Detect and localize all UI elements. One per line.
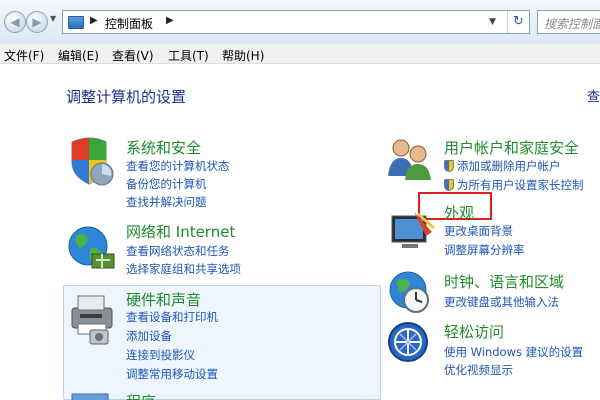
control-panel-content: 调整计算机的设置 查 系统和安全 查看您的计算机状态 备份您的计算机 查找并解决… bbox=[0, 64, 600, 400]
category-system-security[interactable]: 系统和安全 bbox=[126, 137, 201, 158]
breadcrumb-control-panel[interactable]: 控制面板 bbox=[105, 15, 153, 32]
category-network-internet[interactable]: 网络和 Internet bbox=[126, 221, 235, 242]
link-homegroup-sharing[interactable]: 选择家庭组和共享选项 bbox=[126, 261, 241, 277]
menu-view[interactable]: 查看(V) bbox=[112, 47, 154, 64]
link-label: 为所有用户设置家长控制 bbox=[457, 178, 584, 192]
link-add-remove-users[interactable]: 添加或删除用户帐户 bbox=[444, 158, 561, 174]
menu-edit[interactable]: 编辑(E) bbox=[58, 47, 99, 64]
link-view-network-status[interactable]: 查看网络状态和任务 bbox=[126, 243, 230, 259]
category-clock-language-region[interactable]: 时钟、语言和区域 bbox=[444, 271, 564, 292]
forward-arrow-icon: ▶ bbox=[32, 15, 42, 29]
address-dropdown-icon[interactable]: ▼ bbox=[489, 17, 496, 27]
uac-shield-icon bbox=[444, 160, 454, 172]
control-panel-icon bbox=[68, 16, 84, 29]
back-button[interactable]: ◀ bbox=[4, 11, 26, 33]
printer-icon[interactable] bbox=[68, 290, 120, 346]
link-connect-projector[interactable]: 连接到投影仪 bbox=[126, 347, 195, 363]
clock-globe-icon[interactable] bbox=[386, 270, 436, 316]
user-accounts-icon[interactable] bbox=[386, 136, 434, 182]
link-devices-printers[interactable]: 查看设备和打印机 bbox=[126, 309, 218, 325]
ease-of-access-icon[interactable] bbox=[386, 320, 434, 368]
category-user-accounts[interactable]: 用户帐户和家庭安全 bbox=[444, 137, 579, 158]
programs-icon[interactable] bbox=[70, 392, 114, 400]
menu-help[interactable]: 帮助(H) bbox=[222, 47, 264, 64]
forward-button[interactable]: ▶ bbox=[26, 11, 48, 33]
page-title: 调整计算机的设置 bbox=[66, 88, 187, 106]
network-globe-icon[interactable] bbox=[66, 224, 118, 274]
breadcrumb-separator-icon[interactable]: ▶ bbox=[166, 15, 174, 26]
link-view-computer-status[interactable]: 查看您的计算机状态 bbox=[126, 158, 230, 174]
link-backup-computer[interactable]: 备份您的计算机 bbox=[126, 176, 207, 192]
view-by-label[interactable]: 查 bbox=[587, 86, 600, 105]
link-parental-controls[interactable]: 为所有用户设置家长控制 bbox=[444, 177, 584, 193]
search-input[interactable]: 搜索控制面板 bbox=[537, 10, 600, 34]
refresh-button[interactable]: ↻ bbox=[507, 11, 529, 33]
link-change-desktop-background[interactable]: 更改桌面背景 bbox=[444, 223, 513, 239]
link-mobility-settings[interactable]: 调整常用移动设置 bbox=[126, 366, 218, 382]
menu-file[interactable]: 文件(F) bbox=[4, 47, 44, 64]
back-arrow-icon: ◀ bbox=[10, 15, 20, 29]
link-change-keyboards[interactable]: 更改键盘或其他输入法 bbox=[444, 294, 559, 310]
category-ease-of-access[interactable]: 轻松访问 bbox=[444, 321, 504, 342]
category-hardware-sound[interactable]: 硬件和声音 bbox=[126, 289, 201, 310]
link-adjust-resolution[interactable]: 调整屏幕分辨率 bbox=[444, 242, 525, 258]
refresh-icon: ↻ bbox=[513, 14, 524, 29]
link-troubleshoot[interactable]: 查找并解决问题 bbox=[126, 194, 207, 210]
menu-bar: 文件(F) 编辑(E) 查看(V) 工具(T) 帮助(H) bbox=[0, 44, 600, 64]
uac-shield-icon bbox=[444, 179, 454, 191]
appearance-monitor-icon[interactable] bbox=[386, 210, 436, 256]
link-add-device[interactable]: 添加设备 bbox=[126, 328, 172, 344]
category-programs[interactable]: 程序 bbox=[126, 391, 156, 400]
recent-pages-dropdown-icon[interactable]: ▼ bbox=[50, 14, 56, 23]
category-appearance[interactable]: 外观 bbox=[444, 202, 474, 223]
address-field[interactable]: ▶ 控制面板 ▶ ▼ ↻ bbox=[62, 10, 530, 34]
address-bar: ◀ ▶ ▼ ▶ 控制面板 ▶ ▼ ↻ 搜索控制面板 bbox=[0, 0, 600, 44]
link-label: 添加或删除用户帐户 bbox=[457, 159, 561, 173]
link-optimize-video-display[interactable]: 优化视频显示 bbox=[444, 362, 513, 378]
security-shield-icon[interactable] bbox=[66, 136, 116, 188]
breadcrumb-separator-icon[interactable]: ▶ bbox=[90, 15, 98, 26]
link-windows-suggested-settings[interactable]: 使用 Windows 建议的设置 bbox=[444, 344, 583, 360]
menu-tools[interactable]: 工具(T) bbox=[168, 47, 209, 64]
